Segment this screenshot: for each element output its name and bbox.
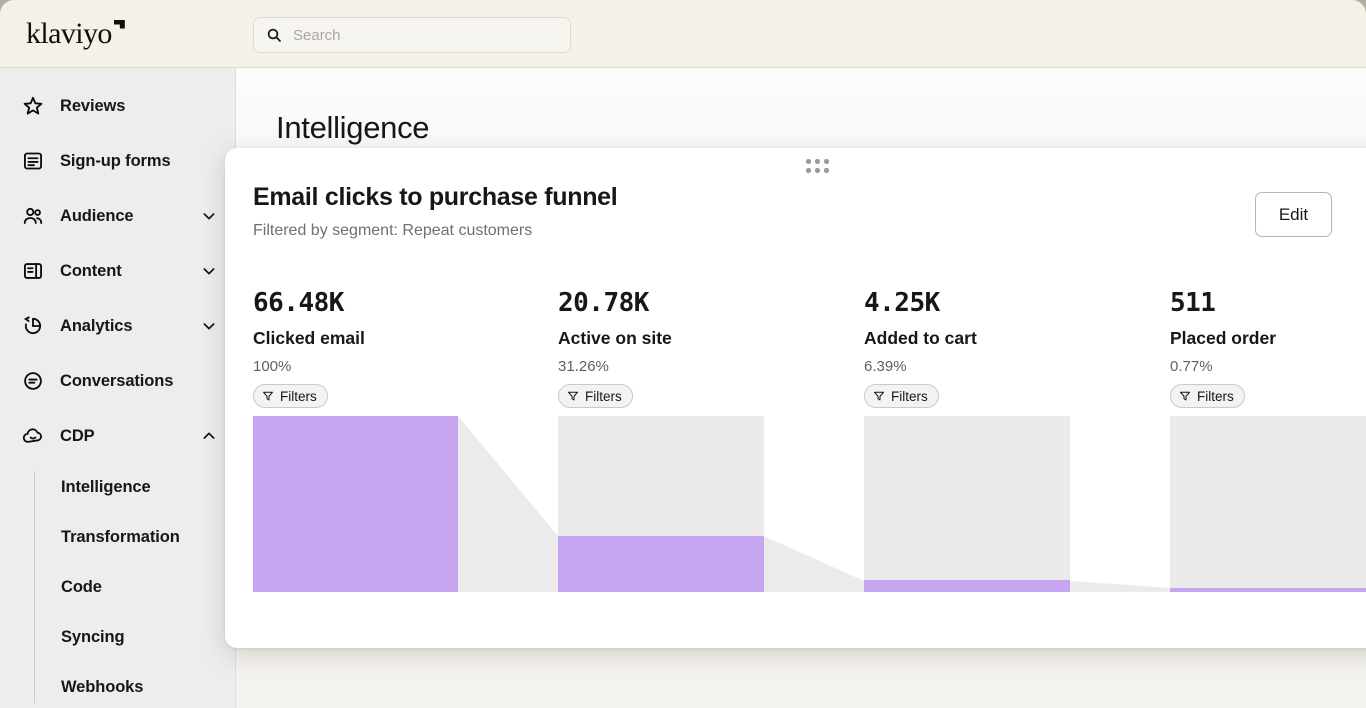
sidebar-item-label: Analytics xyxy=(60,317,132,336)
step-percent: 6.39% xyxy=(864,358,977,375)
funnel-step: 4.25K Added to cart 6.39% Filters xyxy=(864,288,977,408)
funnel-bar-track[interactable] xyxy=(558,416,764,592)
sidebar-item-audience[interactable]: Audience xyxy=(0,196,235,236)
sidebar: Reviews Sign-up forms Audience xyxy=(0,68,236,708)
app-window: klaviyo Reviews Sign-up forms xyxy=(0,0,1366,708)
step-label: Placed order xyxy=(1170,328,1276,349)
step-value: 4.25K xyxy=(864,288,977,318)
funnel-connector xyxy=(458,416,558,592)
sidebar-subitem-label: Code xyxy=(61,578,102,597)
funnel-chart: 66.48K Clicked email 100% Filters 20.78K… xyxy=(225,288,1366,648)
step-value: 20.78K xyxy=(558,288,672,318)
funnel-steps: 66.48K Clicked email 100% Filters 20.78K… xyxy=(225,288,1366,416)
form-icon xyxy=(22,150,44,172)
step-value: 66.48K xyxy=(253,288,365,318)
sidebar-item-label: Audience xyxy=(60,207,133,226)
filters-pill[interactable]: Filters xyxy=(253,384,328,408)
filters-pill-label: Filters xyxy=(585,389,622,404)
search-bar[interactable] xyxy=(253,17,571,53)
funnel-bar-fill xyxy=(558,536,764,592)
funnel-step: 511 Placed order 0.77% Filters xyxy=(1170,288,1276,408)
sidebar-item-sign-up-forms[interactable]: Sign-up forms xyxy=(0,141,235,181)
funnel-bar-fill xyxy=(864,580,1070,592)
funnel-bars xyxy=(225,416,1366,592)
sidebar-item-intelligence[interactable]: Intelligence xyxy=(35,471,235,503)
logo-text: klaviyo xyxy=(26,17,112,50)
step-value: 511 xyxy=(1170,288,1276,318)
top-bar: klaviyo xyxy=(0,0,1366,68)
sidebar-subitem-label: Transformation xyxy=(61,528,180,547)
search-icon xyxy=(266,27,282,43)
sidebar-subitem-label: Syncing xyxy=(61,628,124,647)
card-subtitle: Filtered by segment: Repeat customers xyxy=(253,222,532,240)
cloud-icon xyxy=(22,425,44,447)
card-title: Email clicks to purchase funnel xyxy=(253,183,617,212)
content-icon xyxy=(22,260,44,282)
funnel-card: Email clicks to purchase funnel Filtered… xyxy=(225,148,1366,648)
sidebar-item-transformation[interactable]: Transformation xyxy=(35,521,235,553)
cdp-submenu: Intelligence Transformation Code Syncing… xyxy=(34,471,235,703)
sidebar-item-label: Reviews xyxy=(60,97,125,116)
more-options-icon[interactable] xyxy=(1362,198,1366,230)
filters-pill-label: Filters xyxy=(891,389,928,404)
funnel-bar-track[interactable] xyxy=(1170,416,1366,592)
sidebar-item-analytics[interactable]: Analytics xyxy=(0,306,235,346)
search-input[interactable] xyxy=(293,27,558,44)
funnel-step: 66.48K Clicked email 100% Filters xyxy=(253,288,365,408)
edit-button[interactable]: Edit xyxy=(1255,192,1332,237)
people-icon xyxy=(22,205,44,227)
star-icon xyxy=(22,95,44,117)
sidebar-item-label: Sign-up forms xyxy=(60,152,171,171)
logo-mark-icon xyxy=(114,20,125,29)
funnel-bar-fill xyxy=(1170,588,1366,592)
sidebar-subitem-label: Intelligence xyxy=(61,478,151,497)
step-label: Clicked email xyxy=(253,328,365,349)
sidebar-item-syncing[interactable]: Syncing xyxy=(35,621,235,653)
chevron-down-icon[interactable] xyxy=(201,208,217,224)
sidebar-item-reviews[interactable]: Reviews xyxy=(0,86,235,126)
funnel-bar-track[interactable] xyxy=(864,416,1070,592)
filters-pill-label: Filters xyxy=(1197,389,1234,404)
sidebar-item-content[interactable]: Content xyxy=(0,251,235,291)
step-label: Active on site xyxy=(558,328,672,349)
conversations-icon xyxy=(22,370,44,392)
sidebar-subitem-label: Webhooks xyxy=(61,678,143,697)
chevron-up-icon[interactable] xyxy=(201,428,217,444)
sidebar-item-label: CDP xyxy=(60,427,95,446)
filter-icon xyxy=(567,390,579,402)
sidebar-item-code[interactable]: Code xyxy=(35,571,235,603)
filters-pill-label: Filters xyxy=(280,389,317,404)
funnel-connector xyxy=(764,416,864,592)
sidebar-item-label: Content xyxy=(60,262,122,281)
filters-pill[interactable]: Filters xyxy=(864,384,939,408)
step-label: Added to cart xyxy=(864,328,977,349)
sidebar-item-conversations[interactable]: Conversations xyxy=(0,361,235,401)
filter-icon xyxy=(262,390,274,402)
filter-icon xyxy=(1179,390,1191,402)
sidebar-item-label: Conversations xyxy=(60,372,173,391)
drag-handle-icon[interactable] xyxy=(806,159,832,175)
funnel-bar-fill xyxy=(253,416,458,592)
analytics-icon xyxy=(22,315,44,337)
chevron-down-icon[interactable] xyxy=(201,263,217,279)
page-title: Intelligence xyxy=(276,110,429,146)
step-percent: 100% xyxy=(253,358,365,375)
chevron-down-icon[interactable] xyxy=(201,318,217,334)
filter-icon xyxy=(873,390,885,402)
funnel-connector xyxy=(1070,416,1170,592)
funnel-bar-track[interactable] xyxy=(253,416,458,592)
step-percent: 0.77% xyxy=(1170,358,1276,375)
klaviyo-logo[interactable]: klaviyo xyxy=(26,19,112,49)
step-percent: 31.26% xyxy=(558,358,672,375)
sidebar-item-webhooks[interactable]: Webhooks xyxy=(35,671,235,703)
filters-pill[interactable]: Filters xyxy=(1170,384,1245,408)
filters-pill[interactable]: Filters xyxy=(558,384,633,408)
funnel-step: 20.78K Active on site 31.26% Filters xyxy=(558,288,672,408)
sidebar-item-cdp[interactable]: CDP xyxy=(0,416,235,456)
